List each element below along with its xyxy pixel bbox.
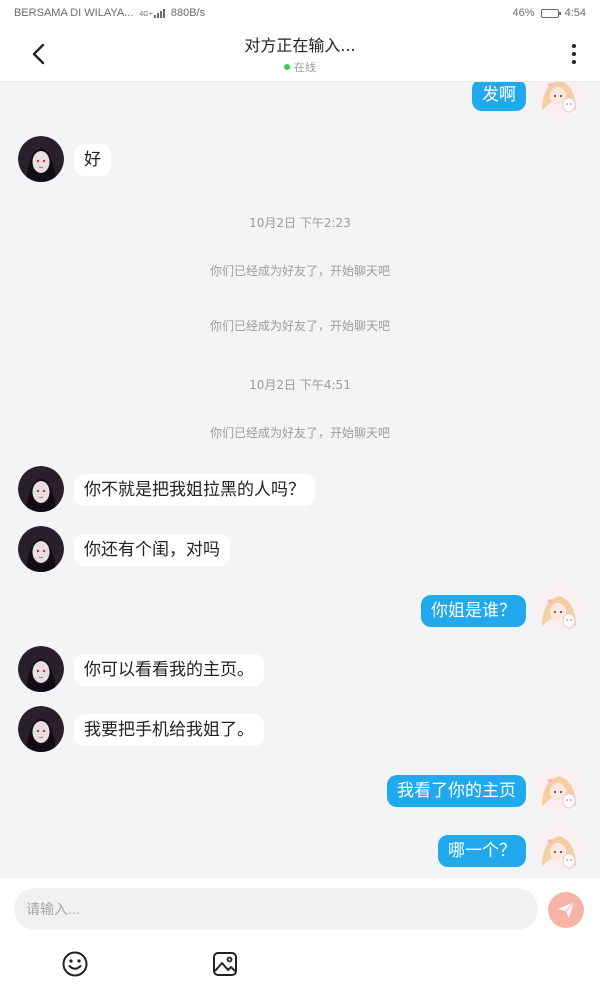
status-bar: BERSAMA DI WILAYA... 4G+ 880B/s 46% 4:54: [0, 0, 600, 26]
timestamp: 10月2日 下午2:23: [249, 216, 351, 230]
message-bubble[interactable]: 你姐是谁？: [421, 595, 526, 627]
composer-bar: [0, 878, 600, 1000]
network-icon: 4G+: [139, 8, 165, 18]
contact-avatar[interactable]: [18, 706, 64, 752]
emoji-icon: [62, 951, 88, 977]
online-dot-icon: [283, 64, 290, 70]
chevron-left-icon: [32, 43, 45, 65]
chat-title-block: 对方正在输入... 在线: [244, 32, 355, 75]
message-bubble[interactable]: 发啊: [472, 82, 526, 111]
message-bubble[interactable]: 我看了你的主页: [387, 775, 526, 807]
message-row-outgoing: 你姐是谁？: [0, 585, 600, 635]
signal-icon: [153, 8, 165, 18]
more-dot-icon: [572, 44, 576, 48]
message-input[interactable]: [14, 888, 538, 930]
chat-title: 对方正在输入...: [244, 36, 356, 55]
message-row-incoming: 你还有个闺，对吗: [0, 524, 600, 574]
self-avatar[interactable]: [536, 767, 582, 813]
battery-icon: [540, 8, 561, 18]
more-dot-icon: [572, 60, 576, 64]
message-row-incoming: 我要把手机给我姐了。: [0, 704, 600, 754]
send-icon: [558, 901, 575, 918]
message-bubble[interactable]: 你不就是把我姐拉黑的人吗？: [74, 474, 315, 506]
battery-percent: 46%: [512, 7, 535, 19]
emoji-button[interactable]: [61, 950, 89, 978]
contact-avatar[interactable]: [18, 136, 64, 182]
clock: 4:54: [564, 7, 586, 19]
contact-avatar[interactable]: [18, 526, 64, 572]
contact-avatar[interactable]: [18, 466, 64, 512]
more-dot-icon: [572, 52, 576, 56]
contact-avatar[interactable]: [18, 646, 64, 692]
message-row-incoming: 你不就是把我姐拉黑的人吗？: [0, 464, 600, 514]
back-button[interactable]: [22, 38, 54, 70]
timestamp: 10月2日 下午4:51: [249, 378, 351, 392]
online-status-label: 在线: [293, 61, 316, 74]
carrier-name: BERSAMA DI WILAYA...: [14, 7, 134, 19]
online-status: 在线: [244, 59, 355, 75]
image-icon: [213, 952, 237, 976]
system-notice: 你们已经成为好友了，开始聊天吧: [209, 264, 390, 278]
more-options-button[interactable]: [564, 38, 584, 70]
self-avatar[interactable]: [536, 827, 582, 873]
message-bubble[interactable]: 你可以看看我的主页。: [74, 654, 264, 686]
system-notice: 你们已经成为好友了，开始聊天吧: [209, 319, 390, 333]
message-bubble[interactable]: 哪一个？: [438, 835, 526, 867]
chat-header: 对方正在输入... 在线: [0, 26, 600, 82]
self-avatar[interactable]: [536, 82, 582, 117]
message-row-incoming: 好: [0, 134, 600, 184]
message-bubble[interactable]: 我要把手机给我姐了。: [74, 714, 264, 746]
network-type: 4G+: [139, 11, 153, 18]
message-row-outgoing: 我看了你的主页: [0, 765, 600, 815]
message-bubble[interactable]: 你还有个闺，对吗: [74, 534, 230, 566]
self-avatar[interactable]: [536, 587, 582, 633]
message-bubble[interactable]: 好: [74, 144, 111, 176]
image-button[interactable]: [211, 950, 239, 978]
system-notice: 你们已经成为好友了，开始聊天吧: [209, 426, 390, 440]
message-row-incoming: 你可以看看我的主页。: [0, 644, 600, 694]
message-list[interactable]: 发啊 好 10月2日 下午2:23 你们已经成为好友了，开始聊天吧 你们已经成为…: [0, 82, 600, 878]
network-speed: 880B/s: [170, 7, 206, 19]
message-row-outgoing: 发啊: [0, 82, 600, 119]
send-button[interactable]: [548, 892, 584, 928]
message-row-outgoing: 哪一个？: [0, 825, 600, 875]
